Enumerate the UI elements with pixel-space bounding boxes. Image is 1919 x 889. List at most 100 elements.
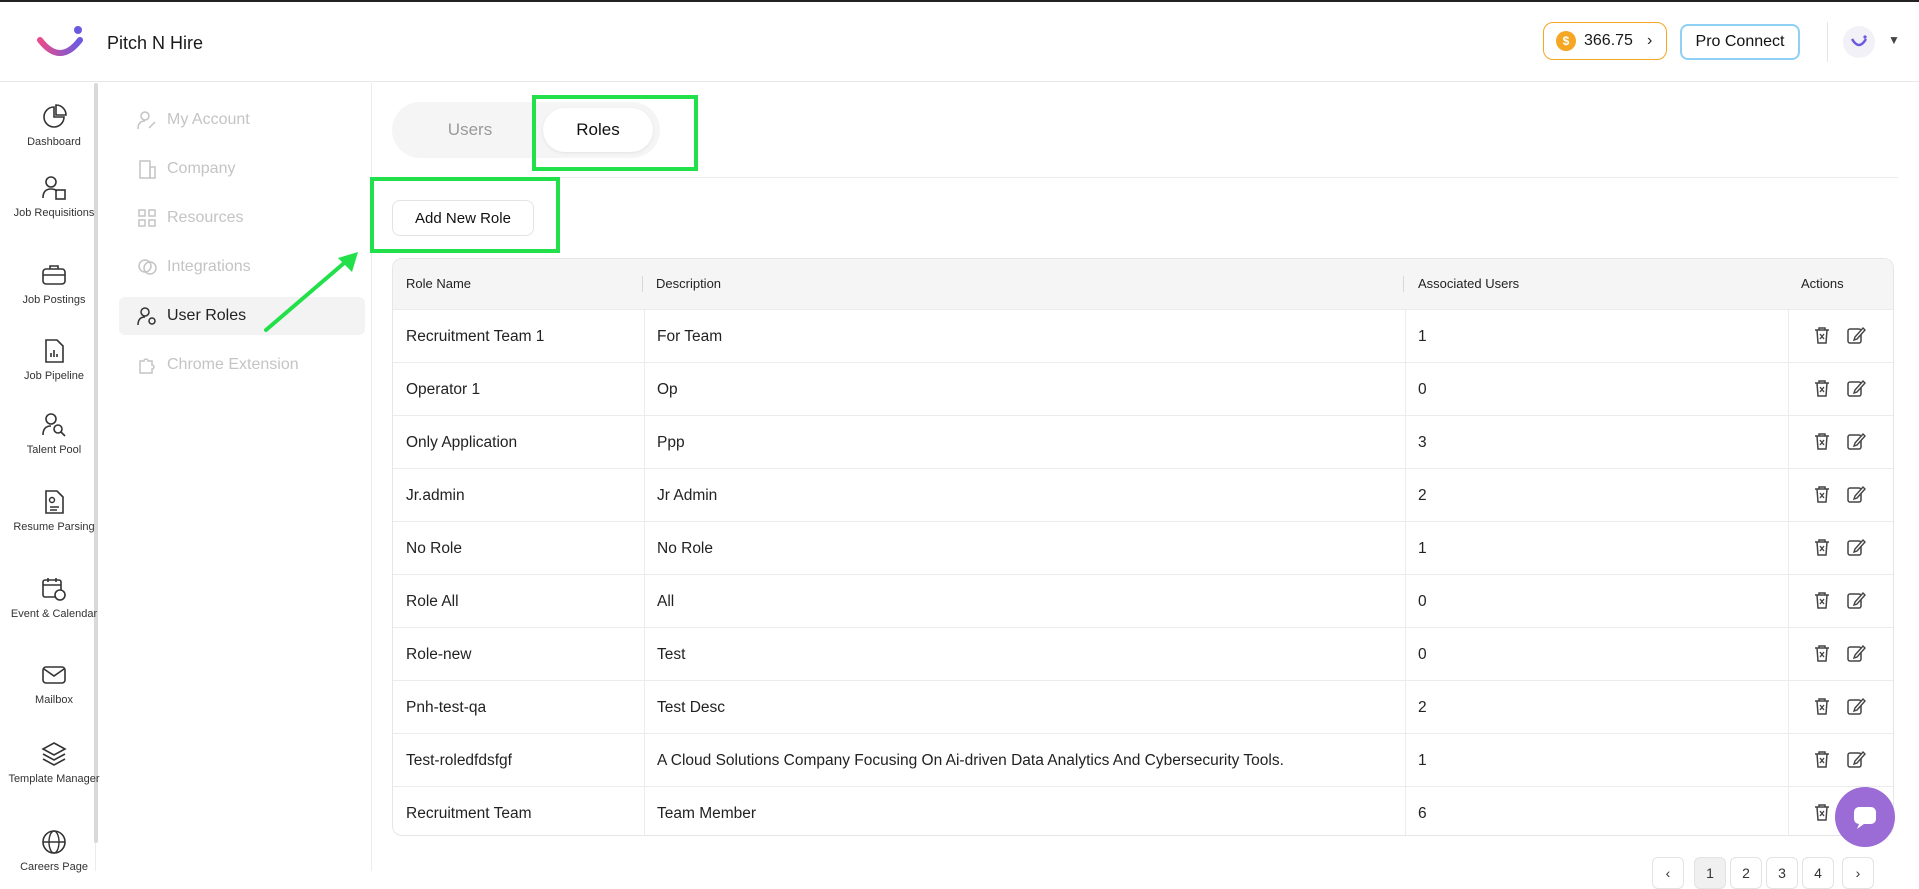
pagination-next-button[interactable]: › bbox=[1842, 857, 1874, 889]
rail-label: Mailbox bbox=[35, 694, 73, 706]
description-cell: Ppp bbox=[657, 434, 685, 451]
nav-label: Resources bbox=[167, 209, 244, 226]
edit-icon[interactable] bbox=[1846, 378, 1868, 400]
highlight-box-roles bbox=[532, 95, 698, 171]
role-name-cell: Pnh-test-qa bbox=[406, 699, 487, 716]
settings-nav-company[interactable]: Company bbox=[119, 150, 365, 188]
delete-icon[interactable] bbox=[1812, 431, 1834, 453]
description-cell: No Role bbox=[657, 540, 713, 557]
nav-label: User Roles bbox=[167, 307, 247, 324]
nav-label: Company bbox=[167, 160, 236, 177]
credits-button[interactable]: $ 366.75 › bbox=[1543, 22, 1667, 60]
talent-search-icon bbox=[42, 413, 66, 437]
delete-icon[interactable] bbox=[1812, 802, 1834, 824]
table-row: Role-new Test 0 bbox=[393, 627, 1893, 680]
edit-icon[interactable] bbox=[1846, 325, 1868, 347]
delete-icon[interactable] bbox=[1812, 378, 1834, 400]
rail-item-dashboard[interactable]: Dashboard bbox=[0, 104, 108, 149]
delete-icon[interactable] bbox=[1812, 696, 1834, 718]
pagination-page-2[interactable]: 2 bbox=[1730, 857, 1762, 889]
delete-icon[interactable] bbox=[1812, 325, 1834, 347]
nav-label: My Account bbox=[167, 111, 250, 128]
annotation-arrow-icon bbox=[264, 252, 358, 332]
delete-icon[interactable] bbox=[1812, 484, 1834, 506]
associated-users-cell: 0 bbox=[1418, 381, 1427, 398]
nav-label: Integrations bbox=[167, 258, 251, 275]
table-row: Recruitment Team Team Member 6 bbox=[393, 786, 1893, 835]
rail-item-mailbox[interactable]: Mailbox bbox=[0, 662, 108, 707]
chat-icon bbox=[1854, 807, 1876, 829]
table-row: Test-roledfdsfgf A Cloud Solutions Compan… bbox=[393, 733, 1893, 786]
rail-item-job-postings[interactable]: Job Postings bbox=[0, 262, 108, 307]
delete-icon[interactable] bbox=[1812, 537, 1834, 559]
column-header-associated-users[interactable]: Associated Users bbox=[1418, 276, 1519, 291]
rail-item-talent-pool[interactable]: Talent Pool bbox=[0, 412, 108, 457]
rail-item-template-manager[interactable]: Template Manager bbox=[0, 741, 108, 786]
layers-icon bbox=[41, 742, 67, 766]
pagination-page-3[interactable]: 3 bbox=[1766, 857, 1798, 889]
tab-users[interactable]: Users bbox=[410, 108, 530, 152]
header-divider bbox=[1827, 22, 1828, 62]
brand-logo-icon bbox=[37, 26, 83, 56]
avatar[interactable] bbox=[1843, 26, 1875, 58]
description-cell: For Team bbox=[657, 328, 723, 345]
table-row: Pnh-test-qa Test Desc 2 bbox=[393, 680, 1893, 733]
associated-users-cell: 6 bbox=[1418, 805, 1427, 822]
column-separator bbox=[642, 276, 643, 292]
edit-icon[interactable] bbox=[1846, 696, 1868, 718]
settings-nav-my-account[interactable]: My Account bbox=[119, 101, 365, 139]
rail-item-resume-parsing[interactable]: Resume Parsing bbox=[0, 489, 108, 534]
grid-icon bbox=[138, 209, 156, 227]
delete-icon[interactable] bbox=[1812, 643, 1834, 665]
job-requisitions-icon bbox=[42, 176, 66, 200]
coin-icon: $ bbox=[1556, 31, 1576, 51]
associated-users-cell: 2 bbox=[1418, 699, 1427, 716]
role-name-cell: Role All bbox=[406, 593, 459, 610]
table-row: Only Application Ppp 3 bbox=[393, 415, 1893, 468]
column-header-actions: Actions bbox=[1801, 276, 1844, 291]
associated-users-cell: 2 bbox=[1418, 487, 1427, 504]
description-cell: All bbox=[657, 593, 675, 610]
rail-item-event-calendar[interactable]: Event & Calendar bbox=[0, 576, 108, 621]
user-edit-icon bbox=[137, 111, 156, 130]
rail-item-careers-page[interactable]: Careers Page bbox=[0, 829, 108, 874]
table-row: Recruitment Team 1 For Team 1 bbox=[393, 309, 1893, 362]
dashboard-icon bbox=[43, 104, 67, 128]
pipeline-icon bbox=[45, 339, 64, 363]
edit-icon[interactable] bbox=[1846, 590, 1868, 612]
settings-nav: My Account Company Resources Integration… bbox=[112, 83, 372, 871]
rail-item-job-requisitions[interactable]: Job Requisitions bbox=[0, 175, 108, 220]
rail-label: Job Pipeline bbox=[24, 370, 84, 382]
settings-nav-resources[interactable]: Resources bbox=[119, 199, 365, 237]
edit-icon[interactable] bbox=[1846, 643, 1868, 665]
role-name-cell: Jr.admin bbox=[406, 487, 465, 504]
pagination-prev-button[interactable]: ‹ bbox=[1652, 857, 1684, 889]
delete-icon[interactable] bbox=[1812, 749, 1834, 771]
resume-icon bbox=[45, 490, 64, 514]
table-row: Role All All 0 bbox=[393, 574, 1893, 627]
column-header-role-name[interactable]: Role Name bbox=[406, 276, 471, 291]
settings-nav-chrome-extension[interactable]: Chrome Extension bbox=[119, 346, 365, 384]
column-header-description[interactable]: Description bbox=[656, 276, 721, 291]
edit-icon[interactable] bbox=[1846, 749, 1868, 771]
pagination-page-1[interactable]: 1 bbox=[1694, 857, 1726, 889]
building-icon bbox=[139, 160, 156, 179]
avatar-logo-icon bbox=[1850, 35, 1868, 47]
edit-icon[interactable] bbox=[1846, 537, 1868, 559]
chat-widget-button[interactable] bbox=[1835, 787, 1895, 847]
brand-name: Pitch N Hire bbox=[107, 33, 204, 53]
chevron-right-icon: › bbox=[1646, 32, 1653, 49]
delete-icon[interactable] bbox=[1812, 590, 1834, 612]
associated-users-cell: 1 bbox=[1418, 540, 1427, 557]
pagination-page-4[interactable]: 4 bbox=[1802, 857, 1834, 889]
rail-label: Dashboard bbox=[27, 136, 81, 148]
description-cell: Jr Admin bbox=[657, 487, 718, 504]
tab-divider bbox=[392, 177, 1898, 178]
associated-users-cell: 0 bbox=[1418, 593, 1427, 610]
pro-connect-button[interactable]: Pro Connect bbox=[1680, 24, 1800, 60]
rail-label: Careers Page bbox=[20, 861, 88, 873]
edit-icon[interactable] bbox=[1846, 484, 1868, 506]
edit-icon[interactable] bbox=[1846, 431, 1868, 453]
chevron-down-icon[interactable]: ▼ bbox=[1888, 33, 1900, 47]
rail-item-job-pipeline[interactable]: Job Pipeline bbox=[0, 338, 108, 383]
